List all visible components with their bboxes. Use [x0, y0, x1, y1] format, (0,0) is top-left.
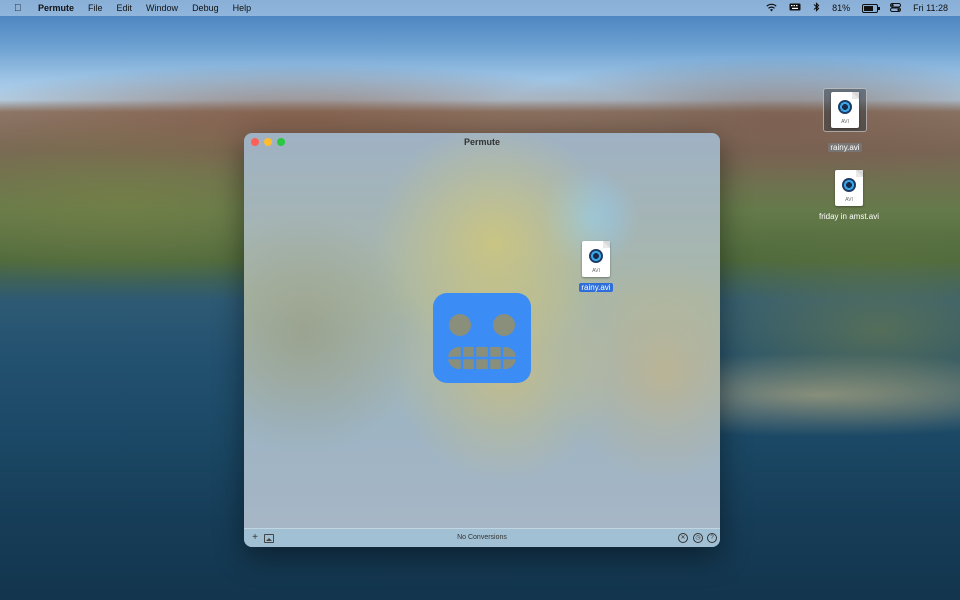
window-title: Permute — [463, 137, 500, 147]
file-ext-label: AVI — [845, 197, 853, 203]
desktop-file-label: rainy.avi — [828, 143, 862, 152]
dragged-file[interactable]: AVI rainy.avi — [574, 241, 618, 295]
menu-file[interactable]: File — [88, 3, 103, 13]
avi-file-icon: AVI — [835, 170, 863, 206]
quicktime-lens-icon — [838, 100, 852, 114]
menu-clock[interactable]: Fri 11:28 — [913, 3, 948, 13]
file-icon-selection: AVI — [823, 88, 867, 132]
desktop-file-label: friday in amst.avi — [818, 212, 880, 221]
menu-app-name[interactable]: Permute — [38, 3, 74, 13]
battery-percent: 81% — [832, 3, 851, 13]
menu-edit[interactable]: Edit — [117, 3, 133, 13]
file-ext-label: AVI — [592, 268, 600, 274]
quicktime-lens-icon — [589, 249, 603, 263]
robot-drop-icon — [431, 293, 533, 390]
menu-window[interactable]: Window — [146, 3, 178, 13]
status-menus: 81% Fri 11:28 — [766, 0, 948, 16]
wifi-icon[interactable] — [766, 3, 777, 14]
bottom-bar: + No Conversions ✕ ◷ ? — [244, 528, 720, 547]
avi-file-icon: AVI — [582, 241, 610, 277]
permute-window[interactable]: Permute AVI rainy.avi + No Conversions ✕… — [244, 133, 720, 547]
control-center-icon[interactable] — [890, 2, 902, 14]
quicktime-lens-icon — [842, 178, 856, 192]
file-ext-label: AVI — [841, 119, 849, 125]
desktop-file-rainy[interactable]: AVI rainy.avi — [816, 88, 874, 155]
menu-debug[interactable]: Debug — [192, 3, 219, 13]
avi-file-icon: AVI — [831, 92, 859, 128]
clock-icon[interactable]: ◷ — [693, 533, 703, 543]
title-bar[interactable]: Permute — [244, 133, 720, 151]
cancel-all-icon[interactable]: ✕ — [678, 533, 688, 543]
menu-bar:  Permute File Edit Window Debug Help 81… — [0, 0, 960, 16]
desktop-file-friday[interactable]: AVI friday in amst.avi — [806, 170, 892, 224]
menu-help[interactable]: Help — [233, 3, 252, 13]
conversion-status: No Conversions — [457, 534, 507, 541]
bluetooth-icon[interactable] — [813, 2, 820, 14]
dragged-file-label: rainy.avi — [579, 283, 613, 292]
battery-icon[interactable] — [862, 3, 881, 13]
apple-menu-icon[interactable]:  — [14, 3, 24, 14]
help-icon[interactable]: ? — [707, 533, 717, 543]
keyboard-icon[interactable] — [789, 3, 801, 13]
